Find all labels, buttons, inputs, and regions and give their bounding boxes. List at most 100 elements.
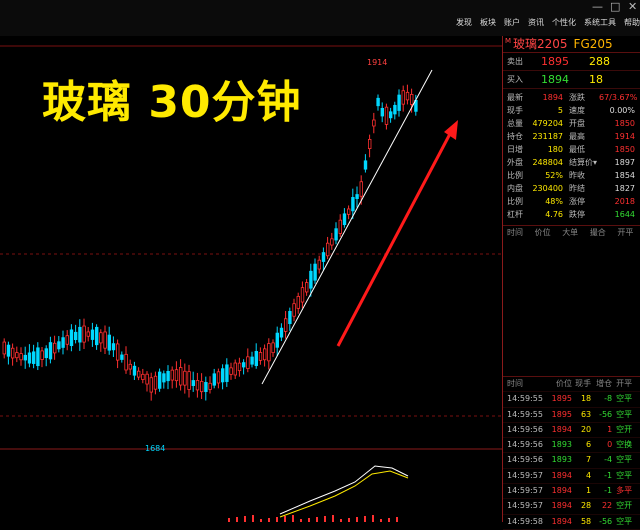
candle-body — [325, 242, 330, 257]
minimize-icon[interactable]: — — [592, 0, 603, 13]
candle-body — [69, 329, 74, 347]
candle-body — [6, 344, 11, 357]
candle-body — [157, 371, 162, 389]
candle-body — [141, 373, 145, 380]
ask-volume: 288 — [589, 55, 610, 68]
contract-name: 玻璃2205 — [513, 37, 568, 51]
menu-item-tools[interactable]: 系统工具 — [584, 17, 616, 28]
candle-body — [111, 343, 116, 351]
candle-body — [2, 341, 6, 355]
tick-row: 14:59:58 1894 58 -56 空平 — [503, 515, 640, 530]
candle-body — [170, 369, 174, 381]
candle-body — [174, 369, 179, 382]
bid-row[interactable]: 买入 1894 18 — [503, 71, 640, 89]
menu-item-discover[interactable]: 发现 — [456, 17, 472, 28]
candle-body — [65, 335, 69, 345]
candle-body — [359, 181, 363, 197]
candle-body — [317, 259, 321, 270]
macd-bar — [308, 518, 310, 522]
candle-body — [367, 139, 372, 149]
title-bar: — □ ✕ 发现 板块 账户 资讯 个性化 系统工具 帮助 — [0, 0, 640, 36]
candle-body — [393, 104, 397, 115]
candle-body — [338, 219, 342, 234]
low-price-label: 1684 — [145, 444, 165, 453]
macd-bar — [284, 516, 286, 522]
candle-body — [199, 381, 204, 393]
maximize-icon[interactable]: □ — [610, 0, 620, 13]
candle-body — [296, 296, 300, 309]
ask-price: 1895 — [541, 55, 569, 68]
overlay-title: 玻璃 30分钟 — [42, 77, 302, 128]
candle-body — [309, 270, 313, 289]
candle-body — [313, 263, 317, 281]
candle-body — [61, 337, 65, 348]
tick-header: 时间 价位 现手 增仓 开平 — [503, 376, 640, 393]
macd-bar — [228, 518, 230, 522]
candle-body — [204, 382, 208, 392]
candle-body — [128, 363, 132, 370]
tick-header-cell: 现手 — [575, 379, 592, 388]
candle-body — [195, 380, 200, 391]
candle-body — [103, 331, 107, 349]
candle-body — [384, 106, 389, 125]
candle-body — [342, 213, 347, 226]
tick-row: 14:59:56 1894 20 1 空开 — [503, 423, 640, 439]
list-header-cell: 大单 — [562, 228, 579, 237]
stat-row: 外盘 248804 结算价▾ 1897 — [507, 158, 635, 167]
candle-body — [23, 354, 27, 361]
up-arrow-shaft — [336, 129, 454, 347]
menu-item-help[interactable]: 帮助 — [624, 17, 640, 28]
candle-body — [380, 107, 384, 117]
tick-header-cell: 增仓 — [596, 379, 613, 388]
candle-body — [334, 228, 338, 241]
tick-row: 14:59:56 1893 6 0 空换 — [503, 438, 640, 454]
stat-row: 现手 5 速度 0.00% — [507, 106, 635, 115]
candle-body — [166, 371, 170, 382]
candle-body — [363, 160, 368, 170]
ask-row[interactable]: 卖出 1895 288 — [503, 53, 640, 71]
tick-row: 14:59:55 1895 18 -8 空平 — [503, 392, 640, 408]
tick-list[interactable]: 时间 价位 现手 增仓 开平 14:59:55 1895 18 -8 空平 14:59:55 189… — [503, 376, 640, 530]
menu-item-news[interactable]: 资讯 — [528, 17, 544, 28]
macd-line — [279, 470, 409, 518]
candle-body — [401, 90, 405, 105]
tick-row: 14:59:57 1894 4 -1 空平 — [503, 469, 640, 485]
candle-body — [267, 343, 271, 362]
candle-body — [95, 326, 99, 346]
candle-body — [275, 332, 279, 348]
candle-body — [191, 380, 195, 386]
tick-row: 14:59:57 1894 28 22 空开 — [503, 499, 640, 515]
candle-body — [397, 94, 401, 111]
candle-body — [149, 377, 153, 393]
list-header-cell: 价位 — [534, 228, 551, 237]
menu-item-sectors[interactable]: 板块 — [480, 17, 496, 28]
tick-row: 14:59:57 1894 1 -1 多平 — [503, 484, 640, 500]
panel-header: M 玻璃2205 FG205 — [503, 36, 640, 53]
candle-body — [10, 347, 15, 359]
candle-body — [99, 332, 103, 344]
bid-price: 1894 — [541, 73, 569, 86]
high-price-label: 1914 — [367, 58, 387, 67]
macd-bar — [396, 517, 398, 522]
stat-row: 日增 180 最低 1850 — [507, 145, 635, 154]
candle-body — [40, 350, 44, 360]
candle-body — [279, 327, 284, 338]
candle-body — [36, 347, 40, 367]
close-icon[interactable]: ✕ — [628, 0, 637, 13]
candle-body — [216, 371, 221, 384]
menu-item-personalize[interactable]: 个性化 — [552, 17, 576, 28]
macd-bar — [348, 518, 350, 522]
candle-body — [178, 367, 183, 386]
macd-bar — [268, 518, 270, 522]
candle-body — [74, 331, 78, 341]
candle-body — [19, 353, 23, 361]
stat-row: 杠杆 4.76 跌停 1644 — [507, 210, 635, 219]
menu-item-account[interactable]: 账户 — [504, 17, 520, 28]
candle-body — [57, 341, 61, 350]
candle-body — [346, 208, 351, 215]
candle-body — [44, 348, 48, 359]
candle-body — [136, 370, 141, 378]
macd-bar — [364, 516, 366, 522]
candle-body — [124, 353, 128, 371]
candle-body — [132, 365, 137, 376]
